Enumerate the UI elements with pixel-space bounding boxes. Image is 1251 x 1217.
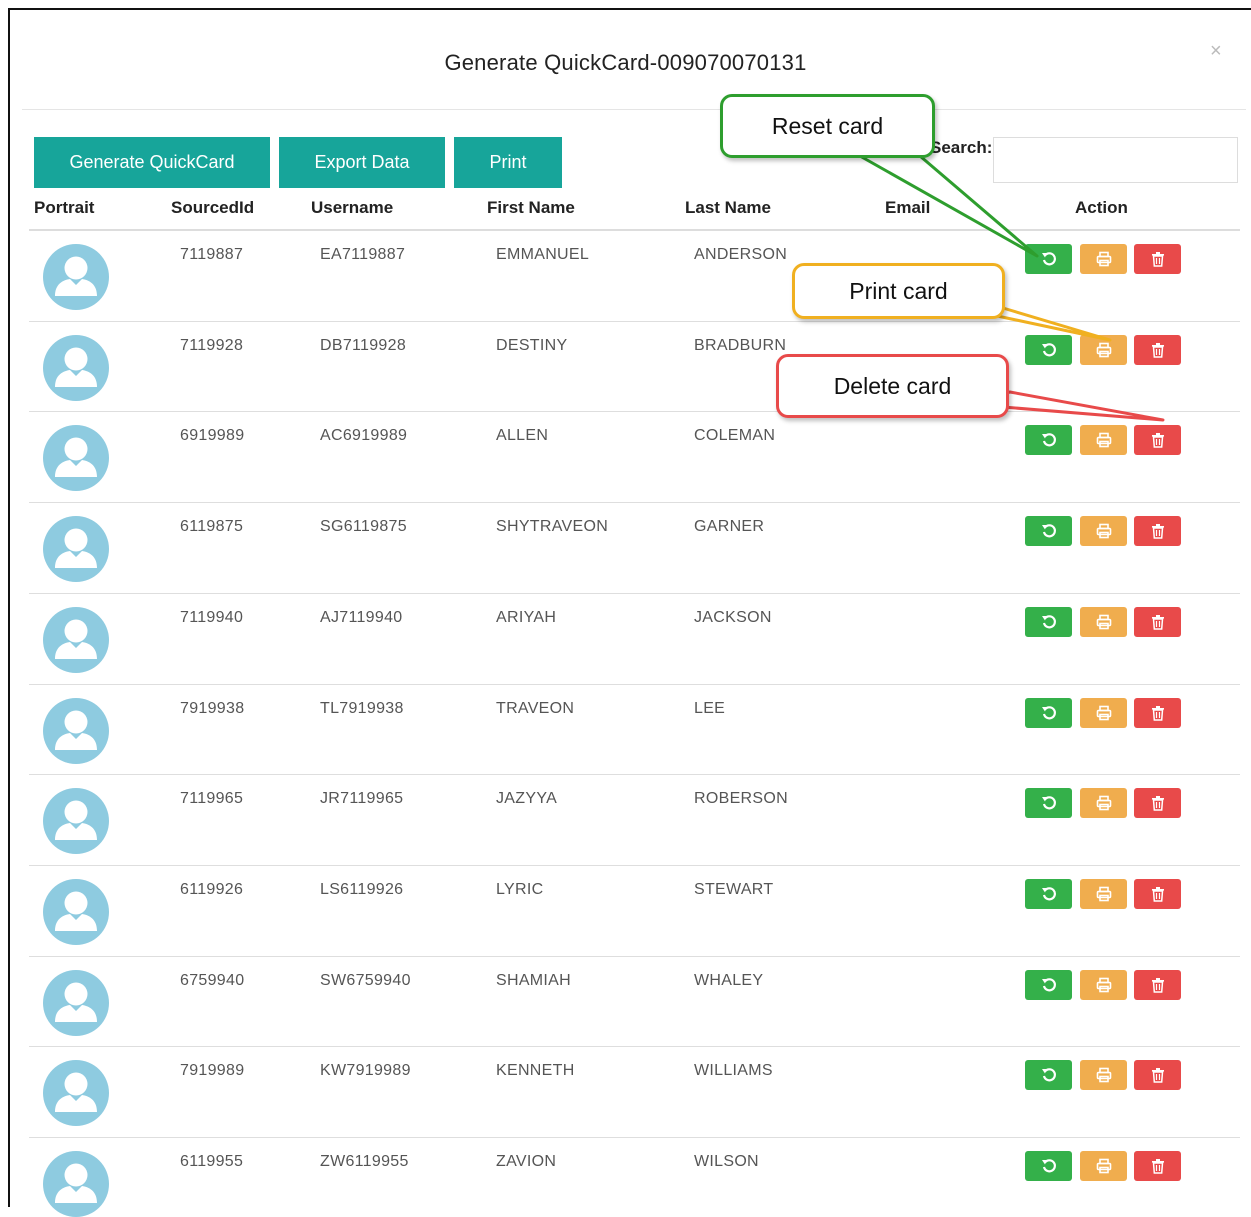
print-card-callout: Print card [792, 263, 1005, 319]
reset-callout-pointer [858, 154, 1039, 258]
callout-pointers [858, 154, 1165, 422]
reset-card-callout: Reset card [720, 94, 935, 158]
delete-card-callout: Delete card [776, 354, 1009, 418]
